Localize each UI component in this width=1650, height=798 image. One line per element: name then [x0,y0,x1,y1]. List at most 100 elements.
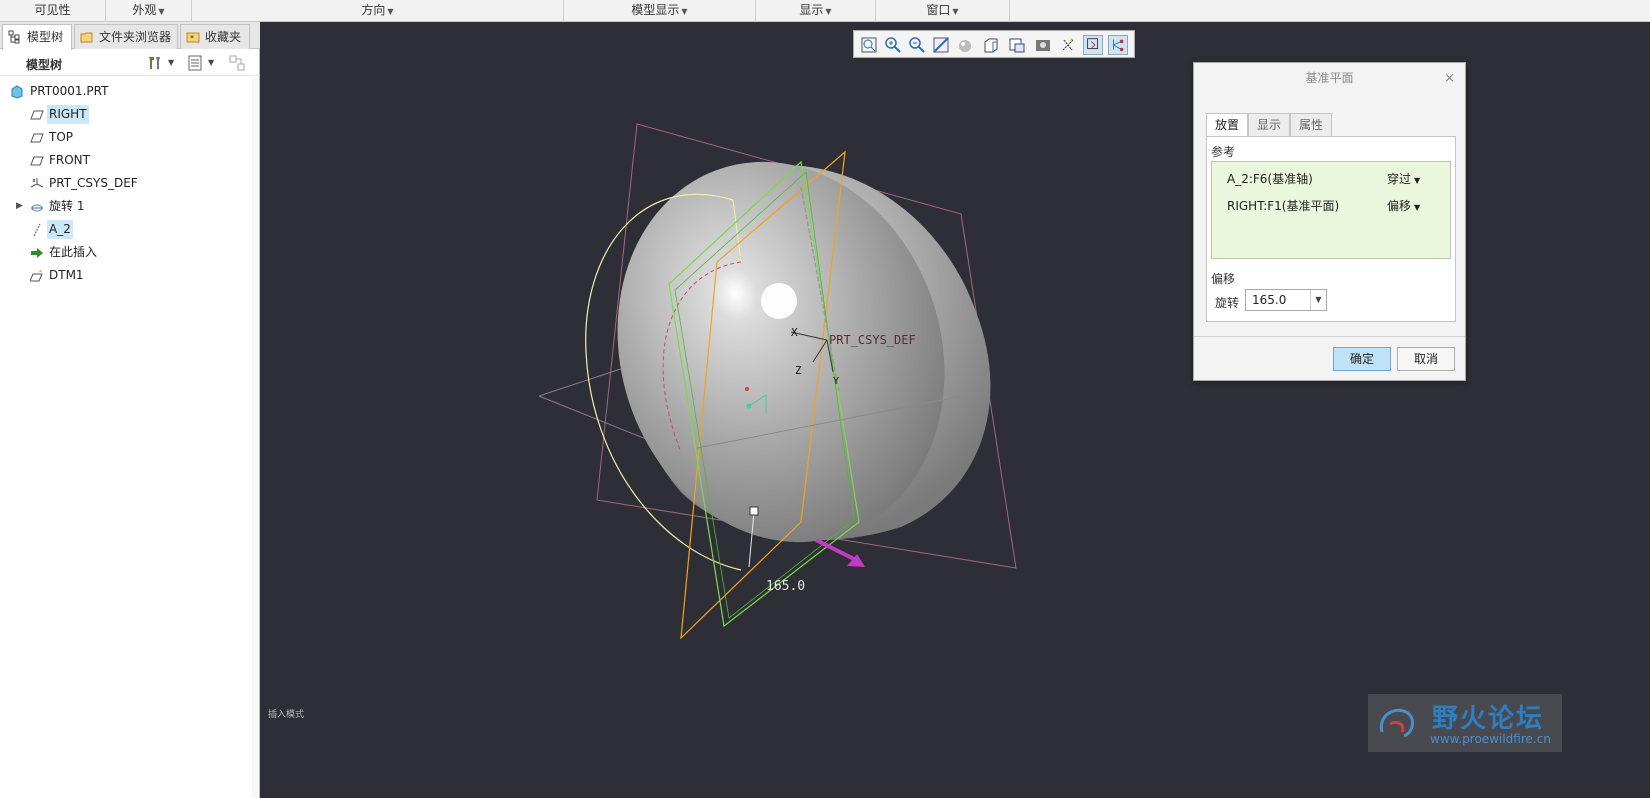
perspective-icon[interactable] [1033,35,1053,55]
tab-placement[interactable]: 放置 [1206,113,1248,138]
tree-item-label: 旋转 1 [49,199,85,213]
dialog-title: 基准平面 [1305,71,1354,85]
ribbon-group-label: 方向 [361,3,386,17]
tree-settings-icon[interactable] [146,54,164,72]
ribbon-bar: 可见性 外观 ▼ 方向 ▼ 模型显示 ▼ 显示 ▼ 窗口 ▼ [0,0,1650,22]
tree-item-label: 在此插入 [49,245,98,259]
svg-text:*: * [1070,37,1074,45]
tab-model-tree[interactable]: 模型树 [2,24,72,50]
csys-name-label: PRT_CSYS_DEF [829,333,916,347]
panel-tabs: 模型树 文件夹浏览器 * 收藏夹 [0,22,260,50]
reference-constraint-select[interactable]: 偏移 ▼ [1387,197,1420,214]
chevron-down-icon: ▼ [1414,176,1421,185]
refit-icon[interactable] [859,35,879,55]
watermark-url: www.proewildfire.cn [1430,732,1551,746]
display-style-icon[interactable] [955,35,975,55]
tab-label: 文件夹浏览器 [99,30,172,44]
tree-item-dtm1[interactable]: * DTM1 [0,264,258,287]
reference-name[interactable]: A_2:F6(基准轴) [1227,170,1313,187]
ribbon-group-model-display[interactable]: 模型显示 ▼ [564,0,756,22]
folder-icon [80,32,93,43]
tree-item-label: FRONT [49,153,90,167]
view-toolbar: * [853,30,1135,58]
zoom-out-icon[interactable] [907,35,927,55]
reference-constraint-value: 偏移 [1387,199,1412,213]
tree-item-csys[interactable]: PRT_CSYS_DEF [0,172,258,195]
datum-axis-icon [33,223,41,237]
close-icon[interactable]: × [1444,71,1455,86]
ribbon-group-show[interactable]: 显示 ▼ [756,0,876,22]
ribbon-group-orientation[interactable]: 方向 ▼ [192,0,564,22]
ribbon-group-window[interactable]: 窗口 ▼ [876,0,1010,22]
expand-arrow-icon[interactable]: ▶ [16,195,23,218]
rotation-label: 旋转 [1215,296,1240,310]
revolved-body-shading [617,161,945,543]
annotation-display-icon[interactable] [1108,35,1128,55]
chevron-down-icon[interactable]: ▼ [1310,290,1326,310]
placement-panel: 参考 A_2:F6(基准轴) 穿过 ▼ RIGHT:F1(基准平面) 偏移 ▼ 偏移… [1206,136,1456,322]
ok-button[interactable]: 确定 [1333,347,1391,371]
cancel-button[interactable]: 取消 [1397,347,1455,371]
revolve-icon [31,204,43,212]
dimension-drag-handle[interactable] [749,506,759,516]
tree-filter-icon[interactable] [186,54,204,72]
reference-constraint-value: 穿过 [1387,172,1412,186]
saved-orientations-icon[interactable] [981,35,1001,55]
tab-properties[interactable]: 属性 [1290,113,1332,137]
tree-item-part[interactable]: PRT0001.PRT [0,80,258,103]
tree-item-label: A_2 [47,220,73,239]
tree-item-front[interactable]: FRONT [0,149,258,172]
rotation-input[interactable]: 165.0 ▼ [1245,289,1327,311]
csys-x-label: X [791,326,798,339]
status-hint: 插入模式 [268,710,305,720]
model-tree: PRT0001.PRT RIGHT TOP FRONT PRT_CSYS_DEF… [0,80,258,287]
watermark-title: 野火论坛 [1432,704,1545,734]
datum-display-icon[interactable]: * [1058,35,1078,55]
tab-favorites[interactable]: * 收藏夹 [180,24,250,49]
tree-item-label: PRT_CSYS_DEF [49,176,138,190]
rotation-value: 165.0 [1252,293,1287,307]
tab-folder-browser[interactable]: 文件夹浏览器 [74,24,178,49]
tree-item-label: DTM1 [49,268,84,282]
view-manager-icon[interactable] [1007,35,1027,55]
zoom-in-icon[interactable] [883,35,903,55]
svg-text:*: * [39,269,42,276]
ribbon-group-label: 外观 [132,3,157,17]
tree-item-top[interactable]: TOP [0,126,258,149]
reference-name[interactable]: RIGHT:F1(基准平面) [1227,197,1339,214]
tab-label: 模型树 [27,30,64,44]
repaint-icon[interactable] [931,35,951,55]
tab-label: 收藏夹 [205,30,242,44]
tree-item-axis[interactable]: A_2 [0,218,258,241]
references-label: 参考 [1211,145,1236,159]
tree-item-label: RIGHT [47,105,89,124]
insert-arrow-icon [31,248,43,258]
chevron-down-icon: ▼ [681,7,688,16]
references-list[interactable]: A_2:F6(基准轴) 穿过 ▼ RIGHT:F1(基准平面) 偏移 ▼ [1211,161,1451,259]
csys-y-label: Y [833,376,839,387]
tree-item-insert-here[interactable]: 在此插入 [0,241,258,264]
specular-highlight [761,283,797,319]
reference-constraint-select[interactable]: 穿过 ▼ [1387,170,1420,187]
tree-icon [8,30,20,44]
tree-item-revolve[interactable]: ▶ 旋转 1 [0,195,258,218]
spin-center-icon[interactable] [1083,35,1103,55]
datum-plane-icon [30,133,44,143]
ribbon-group-label: 窗口 [926,3,951,17]
tree-item-right[interactable]: RIGHT [0,103,258,126]
chevron-down-icon[interactable]: ▼ [208,58,214,67]
ribbon-group-label: 显示 [799,3,824,17]
tree-columns-icon[interactable] [228,54,246,72]
part-icon [11,85,23,99]
ribbon-group-appearance[interactable]: 外观 ▼ [106,0,192,22]
chevron-down-icon[interactable]: ▼ [168,58,174,67]
dialog-divider [1194,336,1465,337]
dimension-value[interactable]: 165.0 [766,579,805,594]
offset-label: 偏移 [1211,272,1236,286]
drag-handle-point[interactable] [745,387,749,391]
ribbon-group-visibility[interactable]: 可见性 [0,0,106,22]
chevron-down-icon: ▼ [825,7,832,16]
tab-display[interactable]: 显示 [1248,113,1290,137]
chevron-down-icon: ▼ [387,7,394,16]
chevron-down-icon: ▼ [158,7,165,16]
